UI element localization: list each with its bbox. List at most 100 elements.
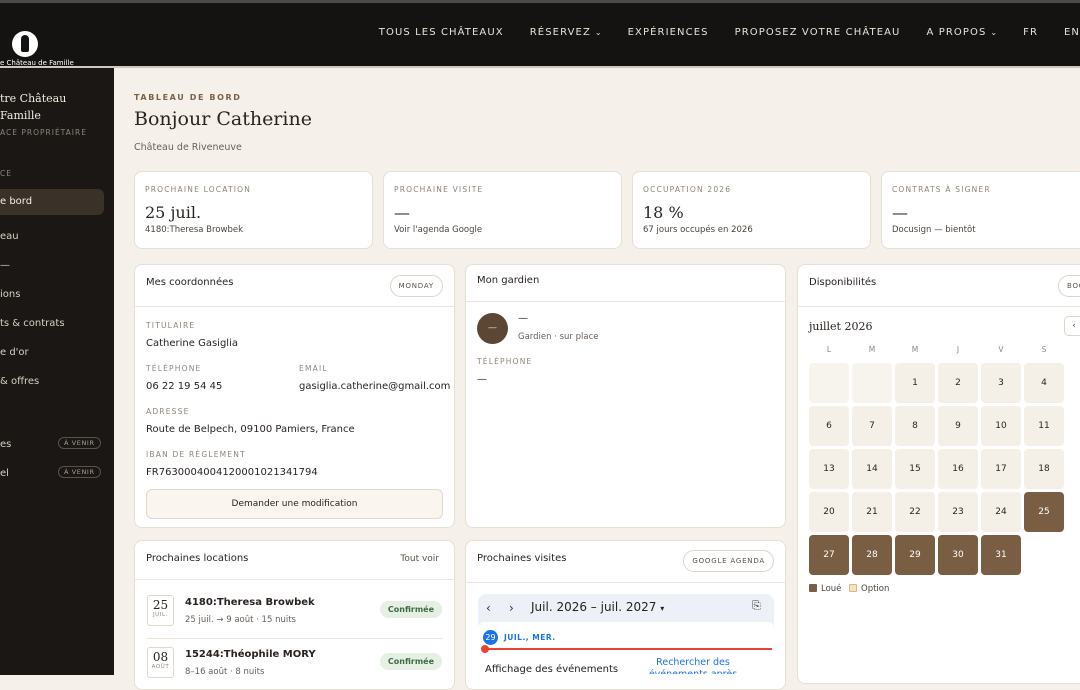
nav-link-6[interactable]: EN <box>1064 27 1080 38</box>
legend-rented: Loué <box>809 584 841 594</box>
google-agenda-link[interactable]: Voir l'agenda Google <box>394 225 482 235</box>
chateau-logo-icon <box>12 31 38 57</box>
calendar-day[interactable]: 3 <box>981 363 1021 403</box>
nav-link-2[interactable]: EXPÉRIENCES <box>628 27 709 38</box>
gcal-search-link[interactable]: Rechercher des événements après cette <box>638 657 748 674</box>
calendar-day[interactable]: 18 <box>1024 449 1064 489</box>
site-logo[interactable]: e Château de Famille <box>0 29 80 69</box>
calendar-prev-button[interactable]: ‹ <box>1064 316 1080 336</box>
calendar-day[interactable]: 4 <box>1024 363 1064 403</box>
calendar-day[interactable]: 29 <box>895 535 935 575</box>
page-title: Bonjour Catherine <box>134 108 312 130</box>
rental-month: AOÛT <box>151 664 170 670</box>
status-badge: Confirmée <box>379 653 442 670</box>
calendar-day[interactable]: 10 <box>981 406 1021 446</box>
page-eyebrow: TABLEAU DE BORD <box>134 93 242 102</box>
gcal-agenda: 29 JUIL., MER. Affichage des événements … <box>478 622 774 674</box>
see-all-link[interactable]: Tout voir <box>400 554 439 564</box>
top-navigation: e Château de Famille TOUS LES CHÂTEAUX RÉ… <box>0 0 1080 68</box>
booking-button[interactable]: BOO <box>1058 275 1080 297</box>
sidebar-item-8[interactable]: el <box>0 468 9 479</box>
monday-button[interactable]: MONDAY <box>389 275 443 297</box>
nav-link-label: EXPÉRIENCES <box>627 27 709 38</box>
main-content: TABLEAU DE BORD Bonjour Catherine Châtea… <box>114 70 1080 690</box>
stat-card-next-visit: PROCHAINE VISITE — Voir l'agenda Google <box>383 171 622 249</box>
sidebar-item-2[interactable]: — <box>0 260 10 271</box>
guardian-role: Gardien · sur place <box>518 332 599 342</box>
rental-guest-name[interactable]: 15244:Théophile MORY <box>185 649 316 660</box>
sidebar-item-label: el <box>0 468 9 479</box>
weekday-label: M <box>911 345 919 354</box>
calendar-day[interactable]: 21 <box>852 492 892 532</box>
logo-text: e Château de Famille <box>0 59 74 67</box>
nav-link-1[interactable]: RÉSERVEZ ⌄ <box>530 27 602 38</box>
stat-value: 25 juil. <box>145 203 202 222</box>
gcal-range[interactable]: Juil. 2026 – juil. 2027 ▾ <box>531 600 664 614</box>
calendar-day[interactable]: 25 <box>1024 492 1064 532</box>
weekday-label: L <box>826 345 832 354</box>
calendar-day[interactable]: 13 <box>809 449 849 489</box>
calendar-day[interactable]: 7 <box>852 406 892 446</box>
chevron-down-icon: ▾ <box>660 604 665 613</box>
nav-link-label: FR <box>1023 27 1038 38</box>
calendar-day[interactable]: 27 <box>809 535 849 575</box>
calendar-day[interactable]: 9 <box>938 406 978 446</box>
calendar-day[interactable]: 15 <box>895 449 935 489</box>
calendar-day[interactable]: 22 <box>895 492 935 532</box>
sidebar-subtitle: ACE PROPRIÉTAIRE <box>0 128 87 137</box>
sidebar-item-0[interactable]: e bord <box>0 189 104 215</box>
calendar-day <box>809 363 849 403</box>
nav-link-3[interactable]: PROPOSEZ VOTRE CHÂTEAU <box>735 27 901 38</box>
calendar-day[interactable]: 20 <box>809 492 849 532</box>
guardian-avatar: — <box>477 313 508 344</box>
calendar-day[interactable]: 1 <box>895 363 935 403</box>
stat-card-contracts: CONTRATS À SIGNER — Docusign — bientôt <box>881 171 1080 249</box>
request-modification-button[interactable]: Demander une modification <box>146 489 443 519</box>
calendar-day[interactable]: 17 <box>981 449 1021 489</box>
google-agenda-button[interactable]: GOOGLE AGENDA <box>683 550 774 572</box>
stat-value: 18 % <box>643 203 684 222</box>
legend-rented-swatch <box>809 584 817 592</box>
feedback-icon[interactable]: ⎘ <box>752 599 761 613</box>
legend-option: Option <box>849 584 889 594</box>
coming-soon-badge: À VENIR <box>58 466 101 478</box>
sidebar-item-label: e d'or <box>0 347 29 358</box>
calendar-day[interactable]: 24 <box>981 492 1021 532</box>
nav-link-0[interactable]: TOUS LES CHÂTEAUX <box>379 27 504 38</box>
sidebar-item-3[interactable]: ions <box>0 289 20 300</box>
field-label: EMAIL <box>299 364 328 373</box>
upcoming-rentals-card: Prochaines locations Tout voir 25 JUIL. 41… <box>134 540 455 690</box>
calendar-day[interactable]: 14 <box>852 449 892 489</box>
sidebar-item-5[interactable]: e d'or <box>0 347 29 358</box>
calendar-day[interactable]: 31 <box>981 535 1021 575</box>
divider <box>135 306 454 307</box>
calendar-day[interactable]: 16 <box>938 449 978 489</box>
gcal-prev-icon[interactable]: ‹ <box>486 601 491 615</box>
nav-link-5[interactable]: FR <box>1023 27 1038 38</box>
calendar-day[interactable]: 11 <box>1024 406 1064 446</box>
nav-link-label: TOUS LES CHÂTEAUX <box>378 27 504 38</box>
calendar-day[interactable]: 30 <box>938 535 978 575</box>
field-label: TITULAIRE <box>146 321 196 330</box>
calendar-day[interactable]: 8 <box>895 406 935 446</box>
sidebar-item-4[interactable]: ts & contrats <box>0 318 65 329</box>
field-label: ADRESSE <box>146 407 190 416</box>
gcal-day-number: 29 <box>483 630 498 645</box>
calendar-day[interactable]: 28 <box>852 535 892 575</box>
calendar-day[interactable]: 6 <box>809 406 849 446</box>
sidebar-section-label: CE <box>0 169 12 178</box>
gcal-next-icon[interactable]: › <box>509 601 514 615</box>
calendar-day[interactable]: 23 <box>938 492 978 532</box>
nav-link-label: A PROPOS <box>926 27 987 38</box>
address-value: Route de Belpech, 09100 Pamiers, France <box>146 424 355 435</box>
sidebar-item-7[interactable]: es <box>0 439 11 450</box>
sidebar-item-6[interactable]: & offres <box>0 376 39 387</box>
sidebar-item-label: e bord <box>0 196 33 207</box>
nav-links: TOUS LES CHÂTEAUX RÉSERVEZ ⌄ EXPÉRIENCES PRO… <box>353 27 1080 38</box>
nav-link-4[interactable]: A PROPOS ⌄ <box>926 27 997 38</box>
weekday-label: M <box>868 345 876 354</box>
sidebar-item-1[interactable]: eau <box>0 231 19 242</box>
calendar-day <box>852 363 892 403</box>
rental-guest-name[interactable]: 4180:Theresa Browbek <box>185 597 315 608</box>
calendar-day[interactable]: 2 <box>938 363 978 403</box>
